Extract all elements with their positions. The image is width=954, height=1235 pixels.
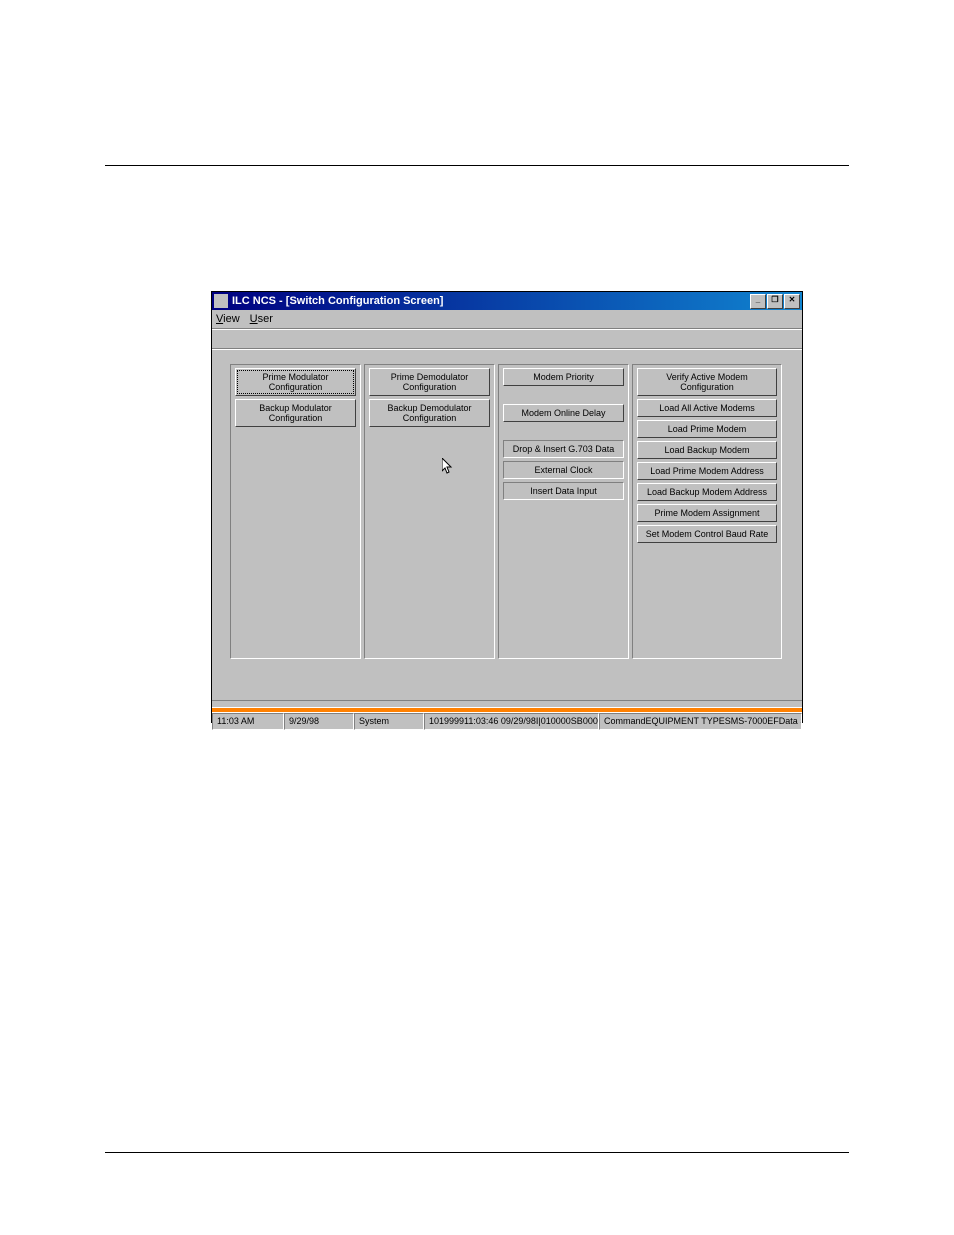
app-icon <box>214 294 228 308</box>
status-date: 9/29/98 <box>284 713 354 730</box>
toolbar-area <box>212 329 802 349</box>
menu-view[interactable]: View <box>216 313 240 325</box>
verify-active-modem-config-button[interactable]: Verify Active Modem Configuration <box>637 368 776 396</box>
close-button[interactable]: ✕ <box>784 294 800 309</box>
load-prime-modem-button[interactable]: Load Prime Modem <box>637 420 776 438</box>
separator-bar <box>212 700 802 708</box>
panel-modem-ops: Verify Active Modem Configuration Load A… <box>632 364 782 659</box>
title-bar: ILC NCS - [Switch Configuration Screen] … <box>212 292 802 310</box>
titlebar-left: ILC NCS - [Switch Configuration Screen] <box>214 294 443 308</box>
app-window: ILC NCS - [Switch Configuration Screen] … <box>211 291 803 723</box>
load-prime-modem-address-button[interactable]: Load Prime Modem Address <box>637 462 776 480</box>
status-user: System <box>354 713 424 730</box>
panel-modulator: Prime Modulator Configuration Backup Mod… <box>230 364 361 659</box>
client-area: Prime Modulator Configuration Backup Mod… <box>212 349 802 700</box>
window-controls: _ ❐ ✕ <box>749 294 800 309</box>
divider-top <box>105 165 849 166</box>
modem-priority-button[interactable]: Modem Priority <box>503 368 624 386</box>
minimize-button[interactable]: _ <box>750 294 766 309</box>
status-time: 11:03 AM <box>212 713 284 730</box>
modem-online-delay-button[interactable]: Modem Online Delay <box>503 404 624 422</box>
menu-bar: View User <box>212 310 802 329</box>
drop-insert-g703-label: Drop & Insert G.703 Data <box>503 440 624 458</box>
cursor-icon <box>442 458 454 476</box>
external-clock-label: External Clock <box>503 461 624 479</box>
backup-demodulator-config-button[interactable]: Backup Demodulator Configuration <box>369 399 490 427</box>
status-bar: 11:03 AM 9/29/98 System 101999911:03:46 … <box>212 712 802 730</box>
backup-modulator-config-button[interactable]: Backup Modulator Configuration <box>235 399 356 427</box>
panel-demodulator: Prime Demodulator Configuration Backup D… <box>364 364 495 659</box>
status-log: 101999911:03:46 09/29/98I|010000SB00000N <box>424 713 599 730</box>
window-title: ILC NCS - [Switch Configuration Screen] <box>232 295 443 307</box>
set-modem-control-baud-rate-button[interactable]: Set Modem Control Baud Rate <box>637 525 776 543</box>
prime-demodulator-config-button[interactable]: Prime Demodulator Configuration <box>369 368 490 396</box>
divider-bottom <box>105 1152 849 1153</box>
status-command: CommandEQUIPMENT TYPESMS-7000EFData SMS- <box>599 713 802 730</box>
load-backup-modem-button[interactable]: Load Backup Modem <box>637 441 776 459</box>
prime-modem-assignment-button[interactable]: Prime Modem Assignment <box>637 504 776 522</box>
panel-modem-settings: Modem Priority Modem Online Delay Drop &… <box>498 364 629 659</box>
insert-data-input-label: Insert Data Input <box>503 482 624 500</box>
prime-modulator-config-button[interactable]: Prime Modulator Configuration <box>235 368 356 396</box>
load-backup-modem-address-button[interactable]: Load Backup Modem Address <box>637 483 776 501</box>
maximize-button[interactable]: ❐ <box>767 294 783 309</box>
menu-user[interactable]: User <box>250 313 273 325</box>
load-all-active-modems-button[interactable]: Load All Active Modems <box>637 399 776 417</box>
